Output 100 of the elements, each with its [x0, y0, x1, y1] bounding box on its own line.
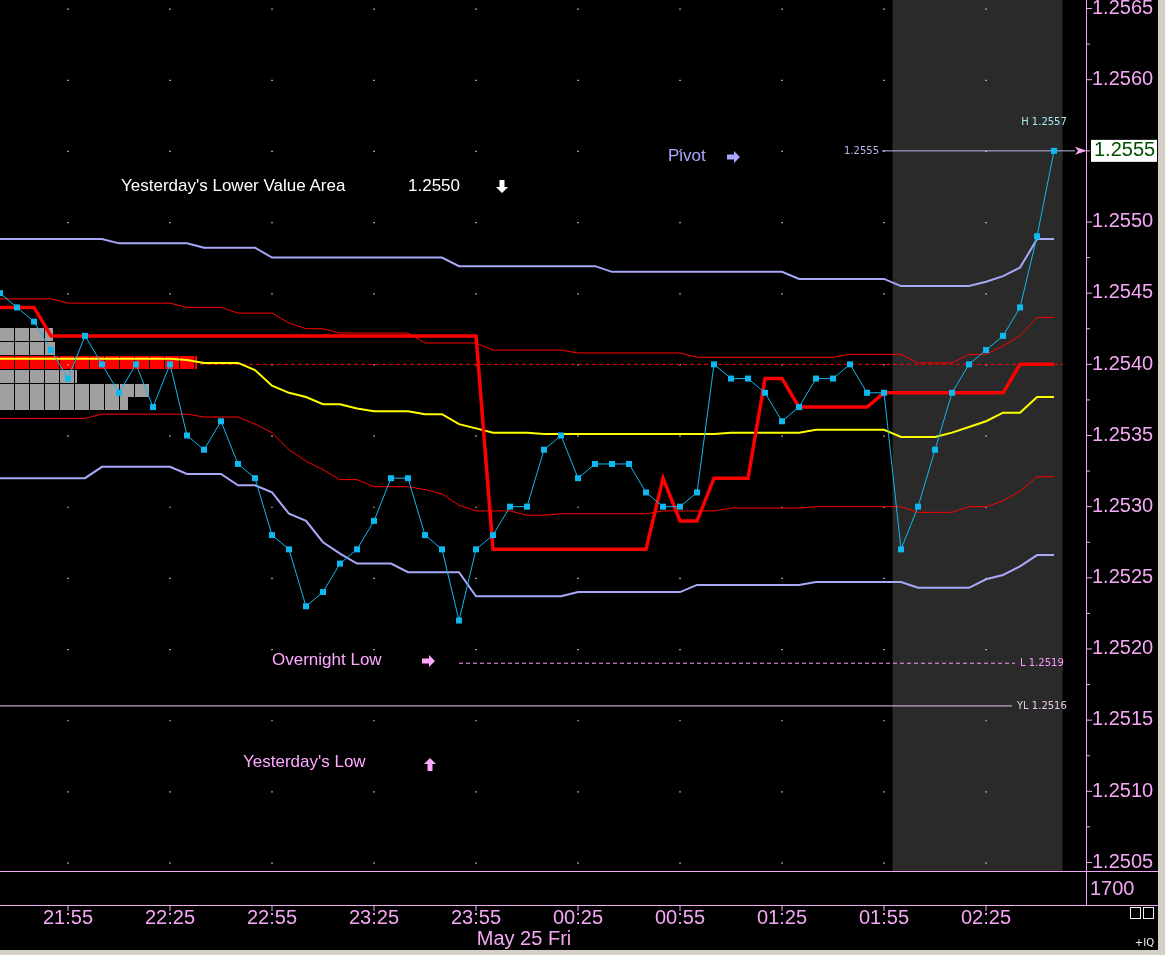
- time-label: 00:55: [655, 906, 706, 929]
- axis-label: 1.2515: [1092, 707, 1154, 730]
- data-point: [1017, 304, 1024, 311]
- data-point: [133, 361, 139, 368]
- axis-label: 1700: [1090, 877, 1135, 900]
- level-label: L 1.2519: [1020, 657, 1064, 669]
- data-point: [830, 375, 837, 382]
- time-label: 23:55: [451, 906, 502, 929]
- axis-label: 1.2520: [1092, 636, 1154, 659]
- square-icon[interactable]: [1130, 907, 1141, 919]
- data-point: [439, 546, 445, 553]
- data-point: [728, 375, 735, 382]
- annotation-text: 1.2550: [408, 176, 460, 196]
- corner-label: +IQ: [1134, 937, 1154, 948]
- data-point: [966, 361, 973, 368]
- data-point: [422, 532, 428, 539]
- data-point: [490, 532, 496, 539]
- arrow-right-icon: [727, 151, 740, 163]
- data-point: [116, 389, 122, 396]
- axis-label: 1.2525: [1092, 565, 1154, 588]
- data-point: [796, 404, 803, 411]
- data-point: [235, 460, 241, 467]
- data-point: [99, 361, 105, 368]
- data-point: [813, 375, 820, 382]
- data-point: [269, 532, 275, 539]
- data-point: [643, 489, 649, 496]
- annotation-text: Overnight Low: [272, 650, 382, 670]
- axis-label: 1.2510: [1092, 778, 1154, 801]
- data-point: [762, 389, 769, 396]
- annotation-text: Pivot: [668, 146, 706, 166]
- data-point: [167, 361, 173, 368]
- axis-label: 1.2535: [1092, 422, 1154, 445]
- data-point: [354, 546, 360, 553]
- data-point: [371, 517, 377, 524]
- data-point: [337, 560, 343, 567]
- axis-label: 1.2545: [1092, 280, 1154, 303]
- data-point: [388, 475, 394, 482]
- time-label: 00:25: [553, 906, 604, 929]
- data-point: [48, 347, 54, 354]
- data-point: [507, 503, 513, 510]
- time-label: 02:25: [961, 906, 1012, 929]
- axis-label: 1.2565: [1092, 0, 1154, 18]
- data-point: [711, 361, 718, 368]
- axis-label: 1.2530: [1092, 493, 1154, 516]
- data-point: [1034, 233, 1041, 240]
- data-point: [1051, 147, 1058, 154]
- square-icon[interactable]: [1143, 907, 1154, 919]
- data-point: [932, 446, 939, 453]
- time-label: 22:25: [145, 906, 196, 929]
- data-point: [660, 503, 666, 510]
- axis-label: 1.2550: [1092, 209, 1154, 232]
- arrow-up-icon: [424, 758, 436, 771]
- date-label: May 25 Fri: [476, 927, 572, 950]
- data-point: [864, 389, 871, 396]
- data-point: [0, 290, 3, 297]
- time-label: 21:55: [42, 906, 94, 929]
- time-label: 23:25: [349, 906, 400, 929]
- data-point: [286, 546, 292, 553]
- annotation-text: H 1.2557: [1021, 116, 1067, 127]
- arrow-down-icon: [496, 180, 508, 193]
- data-point: [524, 503, 530, 510]
- data-point: [82, 332, 88, 339]
- data-point: [473, 546, 479, 553]
- data-point: [184, 432, 190, 439]
- axis-label: 1.2505: [1092, 849, 1154, 872]
- data-point: [575, 475, 581, 482]
- level-label: 1.2555: [844, 144, 879, 156]
- data-point: [252, 475, 258, 482]
- data-point: [1000, 332, 1007, 339]
- last-price-tag: 1.2555: [1091, 138, 1157, 162]
- annotation-text: Yesterday's Low: [243, 752, 366, 772]
- data-point: [983, 347, 990, 354]
- data-point: [405, 475, 411, 482]
- data-point: [626, 460, 632, 467]
- time-label: 01:55: [859, 906, 910, 929]
- data-point: [694, 489, 701, 496]
- arrowhead-icon: [1075, 146, 1087, 155]
- time-label: 01:25: [757, 906, 808, 929]
- data-point: [745, 375, 752, 382]
- data-point: [456, 617, 462, 624]
- data-point: [14, 304, 20, 311]
- data-point: [881, 389, 888, 396]
- arrow-right-icon: [422, 655, 435, 667]
- data-point: [31, 318, 37, 325]
- data-point: [677, 503, 684, 510]
- data-point: [201, 446, 207, 453]
- data-point: [320, 589, 326, 596]
- axis-label: 1.2540: [1092, 351, 1154, 374]
- data-point: [915, 503, 922, 510]
- axis-label: 1.2560: [1092, 67, 1154, 89]
- data-point: [609, 460, 615, 467]
- data-point: [898, 546, 905, 553]
- data-point: [218, 418, 224, 425]
- time-label: 22:55: [247, 906, 298, 929]
- level-label: YL 1.2516: [1017, 699, 1067, 711]
- data-point: [150, 404, 156, 411]
- data-point: [558, 432, 564, 439]
- data-point: [949, 389, 956, 396]
- data-point: [592, 460, 598, 467]
- data-point: [65, 375, 71, 382]
